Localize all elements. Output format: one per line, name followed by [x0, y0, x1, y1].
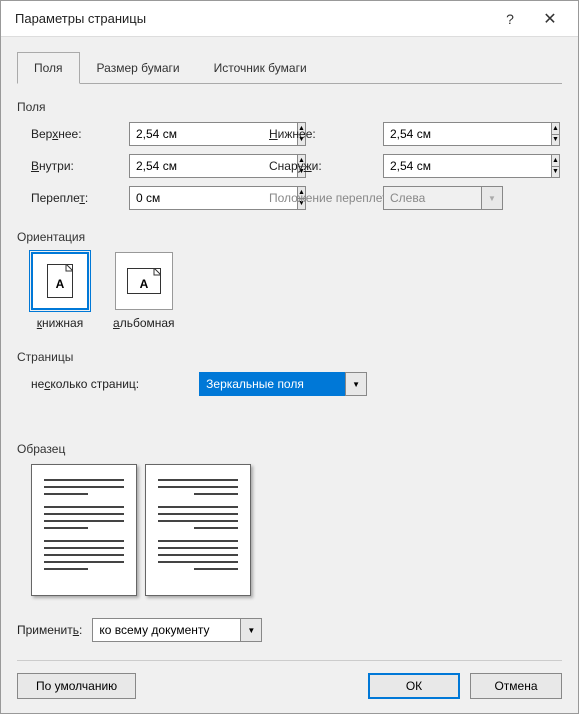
outside-margin-label: Снаружи:: [269, 159, 363, 173]
chevron-down-icon: ▼: [481, 186, 503, 210]
dialog-body: Поля Размер бумаги Источник бумаги Поля …: [1, 37, 578, 713]
apply-row: Применить: ко всему документу▼: [17, 618, 562, 642]
tab-margins[interactable]: Поля: [17, 52, 80, 84]
titlebar: Параметры страницы ? ✕: [1, 1, 578, 37]
preview-row: [31, 464, 562, 596]
spin-up-icon[interactable]: ▲: [551, 122, 560, 134]
footer: По умолчанию ОК Отмена: [17, 660, 562, 699]
preview-page-right: [145, 464, 251, 596]
help-button[interactable]: ?: [490, 1, 530, 37]
outside-margin-input[interactable]: ▲▼: [383, 154, 503, 178]
bottom-margin-label: Нижнее:: [269, 127, 363, 141]
window-title: Параметры страницы: [15, 11, 490, 26]
orientation-row: A книжная A альбомная: [31, 252, 562, 330]
preview-group-label: Образец: [17, 442, 562, 456]
landscape-label: альбомная: [113, 316, 175, 330]
tabs: Поля Размер бумаги Источник бумаги: [17, 51, 562, 84]
bottom-margin-input[interactable]: ▲▼: [383, 122, 503, 146]
ok-button[interactable]: ОК: [368, 673, 460, 699]
preview-page-left: [31, 464, 137, 596]
orientation-landscape[interactable]: A альбомная: [113, 252, 175, 330]
gutter-input[interactable]: ▲▼: [129, 186, 249, 210]
tab-paper-size[interactable]: Размер бумаги: [80, 52, 197, 84]
cancel-button[interactable]: Отмена: [470, 673, 562, 699]
page-setup-dialog: Параметры страницы ? ✕ Поля Размер бумаг…: [0, 0, 579, 714]
portrait-label: книжная: [37, 316, 83, 330]
spin-down-icon[interactable]: ▼: [551, 134, 560, 147]
svg-text:A: A: [56, 277, 65, 291]
apply-to-select[interactable]: ко всему документу▼: [92, 618, 262, 642]
tab-paper-source[interactable]: Источник бумаги: [197, 52, 324, 84]
spin-down-icon[interactable]: ▼: [551, 166, 560, 179]
chevron-down-icon[interactable]: ▼: [345, 372, 367, 396]
svg-text:A: A: [139, 277, 148, 291]
orientation-group-label: Ориентация: [17, 230, 562, 244]
pages-row: несколько страниц: Зеркальные поля▼: [31, 372, 562, 396]
multiple-pages-label: несколько страниц:: [31, 377, 139, 391]
gutter-position-label: Положение переплета:: [269, 191, 363, 205]
gutter-position-select: Слева▼: [383, 186, 503, 210]
margins-grid: Верхнее: ▲▼ Нижнее: ▲▼ Внутри: ▲▼ Снаруж…: [31, 122, 562, 210]
spin-up-icon[interactable]: ▲: [551, 154, 560, 166]
top-margin-input[interactable]: ▲▼: [129, 122, 249, 146]
orientation-portrait[interactable]: A книжная: [31, 252, 89, 330]
inside-margin-label: Внутри:: [31, 159, 109, 173]
multiple-pages-select[interactable]: Зеркальные поля▼: [199, 372, 367, 396]
gutter-label: Переплет:: [31, 191, 109, 205]
inside-margin-input[interactable]: ▲▼: [129, 154, 249, 178]
close-button[interactable]: ✕: [530, 1, 570, 37]
landscape-icon: A: [115, 252, 173, 310]
apply-to-label: Применить:: [17, 623, 82, 637]
portrait-icon: A: [31, 252, 89, 310]
pages-group-label: Страницы: [17, 350, 562, 364]
margins-group-label: Поля: [17, 100, 562, 114]
chevron-down-icon[interactable]: ▼: [240, 618, 262, 642]
default-button[interactable]: По умолчанию: [17, 673, 136, 699]
top-margin-label: Верхнее:: [31, 127, 109, 141]
